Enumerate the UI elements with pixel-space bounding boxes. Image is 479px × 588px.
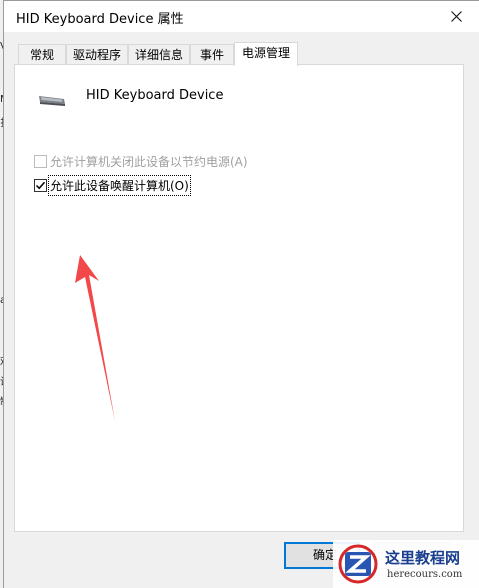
close-icon: [450, 11, 462, 22]
watermark-url: herecours.com: [387, 569, 463, 580]
tab-general[interactable]: 常规: [18, 44, 66, 64]
watermark: 这里教程网 herecours.com: [333, 540, 479, 588]
device-name: HID Keyboard Device: [86, 88, 224, 103]
tab-details[interactable]: 详细信息: [128, 44, 190, 64]
window-title: HID Keyboard Device 属性: [16, 12, 184, 27]
watermark-title: 这里教程网: [385, 549, 461, 567]
title-bar[interactable]: HID Keyboard Device 属性: [4, 1, 479, 32]
allow-wake-checkbox[interactable]: [34, 179, 47, 192]
properties-dialog: HID Keyboard Device 属性 常规 驱动程序 详细信息 事件 电…: [3, 0, 479, 588]
annotation-arrow-icon: [75, 255, 115, 421]
allow-power-off-label: 允许计算机关闭此设备以节约电源(A): [50, 155, 248, 169]
tab-power-management[interactable]: 电源管理: [234, 42, 298, 66]
keyboard-icon: [39, 96, 65, 106]
tab-events[interactable]: 事件: [190, 44, 234, 64]
allow-wake-label: 允许此设备唤醒计算机(O): [48, 175, 191, 196]
allow-power-off-option: 允许计算机关闭此设备以节约电源(A): [34, 153, 248, 170]
checkmark-icon: [35, 181, 46, 190]
tab-driver[interactable]: 驱动程序: [66, 44, 128, 64]
allow-wake-option: 允许此设备唤醒计算机(O): [34, 175, 191, 196]
watermark-logo-icon: [338, 544, 378, 584]
tab-panel-power-management: HID Keyboard Device 允许计算机关闭此设备以节约电源(A) 允…: [14, 64, 464, 532]
allow-power-off-checkbox[interactable]: [34, 155, 47, 168]
close-button[interactable]: [433, 1, 479, 32]
